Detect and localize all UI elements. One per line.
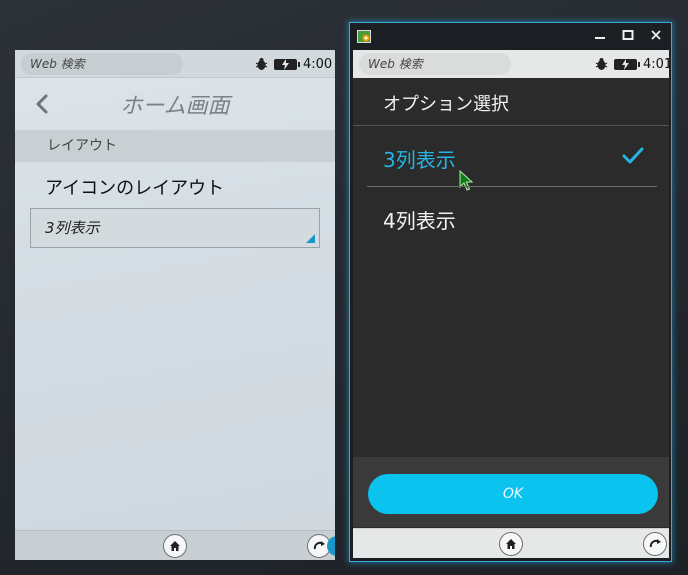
status-bar: Web 検索 4:00: [15, 50, 335, 78]
icon-layout-dropdown[interactable]: 3列表示: [30, 208, 320, 248]
status-icons: 4:01: [595, 54, 669, 74]
chevron-left-icon[interactable]: [33, 92, 53, 116]
page-header: ホーム画面: [15, 78, 335, 130]
icon-layout-label: アイコンのレイアウト: [45, 178, 225, 199]
rotate-icon[interactable]: [643, 532, 667, 556]
web-search-field[interactable]: Web 検索: [359, 53, 511, 75]
left-phone-screen: Web 検索 4:00 ホーム画面 レイアウト アイコンのレイアウト 3列表示: [15, 50, 335, 560]
home-icon[interactable]: [499, 532, 523, 556]
option-3-columns[interactable]: 3列表示: [383, 144, 456, 173]
status-icons: 4:00: [255, 54, 332, 74]
home-icon[interactable]: [163, 534, 187, 558]
divider: [353, 125, 669, 126]
option-4-columns[interactable]: 4列表示: [383, 205, 456, 234]
close-icon[interactable]: [646, 25, 666, 45]
ok-button[interactable]: OK: [368, 474, 658, 514]
mouse-cursor-icon: [458, 169, 474, 192]
dropdown-arrow-icon: [306, 234, 315, 243]
battery-charging-icon: [274, 58, 300, 70]
nav-bar: [15, 530, 335, 560]
app-icon: [357, 28, 371, 43]
clock: 4:01: [643, 56, 669, 72]
dropdown-value: 3列表示: [45, 219, 100, 237]
web-search-field[interactable]: Web 検索: [21, 53, 183, 75]
clock: 4:00: [303, 56, 333, 72]
window-titlebar[interactable]: [350, 23, 671, 47]
minimize-icon[interactable]: [590, 25, 610, 45]
bug-icon: [255, 57, 268, 71]
status-bar: Web 検索 4:01: [353, 50, 669, 78]
divider: [367, 186, 657, 187]
emulator-window: Web 検索 4:01 オプション選択 3列表示 4列表示 OK: [349, 22, 672, 562]
dialog-title: オプション選択: [383, 94, 509, 115]
dialog-footer: OK: [353, 457, 669, 527]
maximize-icon[interactable]: [618, 25, 638, 45]
battery-charging-icon: [614, 58, 640, 70]
section-header-layout: レイアウト: [15, 130, 335, 162]
right-phone-screen: Web 検索 4:01 オプション選択 3列表示 4列表示 OK: [353, 50, 669, 558]
nav-bar: [353, 528, 669, 558]
page-title: ホーム画面: [120, 94, 230, 119]
checkmark-icon: [621, 146, 645, 166]
bug-icon: [595, 57, 608, 71]
